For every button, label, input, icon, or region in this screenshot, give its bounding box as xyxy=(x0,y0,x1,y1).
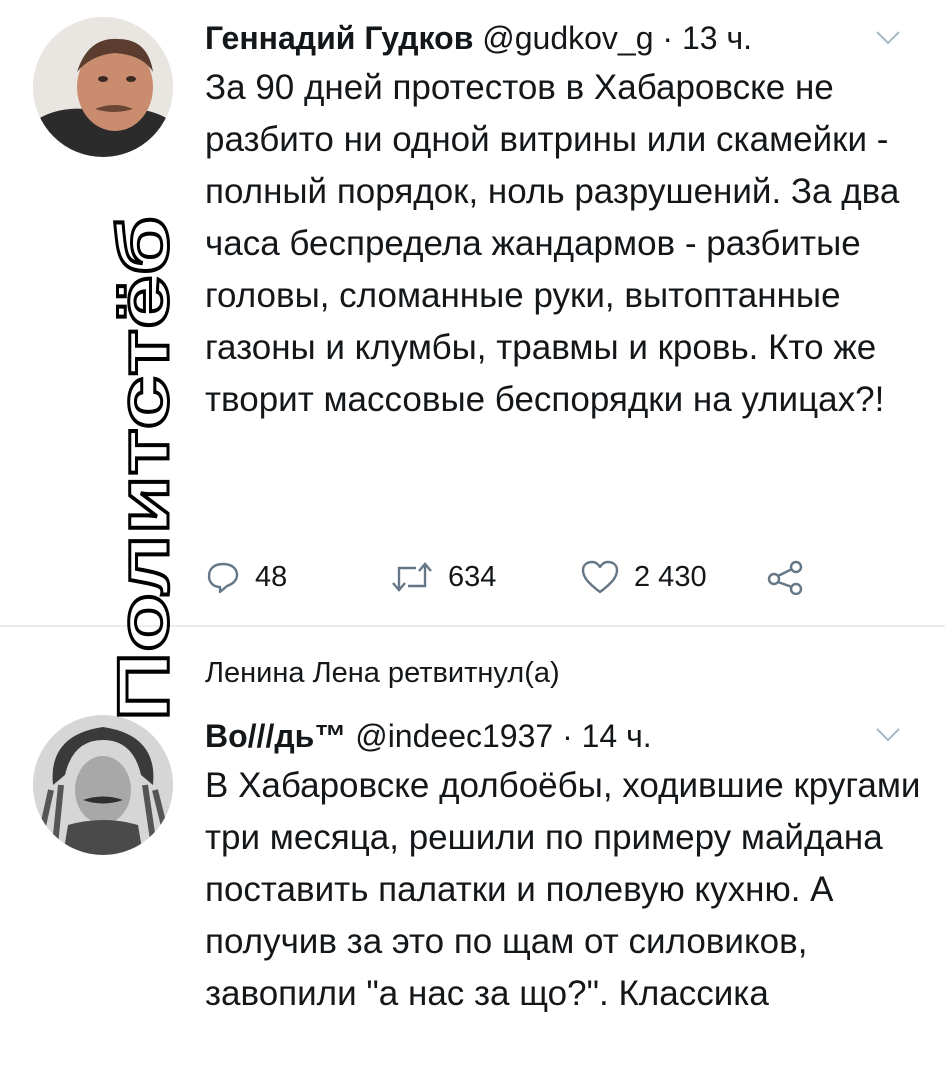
chevron-down-icon[interactable] xyxy=(875,30,901,46)
avatar-vold[interactable] xyxy=(33,715,173,855)
author-handle[interactable]: @gudkov_g xyxy=(482,20,653,56)
reply-count: 48 xyxy=(255,560,288,593)
retweet-notice[interactable]: Ленина Лена ретвитнул(а) xyxy=(205,655,560,691)
reply-icon xyxy=(207,562,239,594)
tweet-vold[interactable]: Во///дь™ @indeec1937 · 14 ч. В Хабаровск… xyxy=(0,700,945,1080)
author-name[interactable]: Во///дь™ xyxy=(205,718,346,754)
tweet-header: Во///дь™ @indeec1937 · 14 ч. xyxy=(205,716,652,756)
retweet-count: 634 xyxy=(448,560,497,593)
author-handle[interactable]: @indeec1937 xyxy=(355,718,553,754)
retweet-icon xyxy=(392,562,432,592)
share-button[interactable] xyxy=(765,555,805,599)
like-count: 2 430 xyxy=(634,560,707,593)
watermark: Политстёб xyxy=(108,215,186,723)
tweet-header: Геннадий Гудков @gudkov_g · 13 ч. xyxy=(205,18,752,58)
like-button[interactable]: 2 430 xyxy=(580,555,707,599)
retweet-button[interactable]: 634 xyxy=(390,555,496,599)
tweet-time[interactable]: · 14 ч. xyxy=(562,718,652,754)
author-name[interactable]: Геннадий Гудков xyxy=(205,20,473,56)
tweet-text: В Хабаровске долбоёбы, ходившие кругами … xyxy=(205,766,921,1013)
tweet-text: За 90 дней протестов в Хабаровске не раз… xyxy=(205,68,900,419)
tweet-time[interactable]: · 13 ч. xyxy=(662,20,752,56)
avatar-gudkov[interactable] xyxy=(33,17,173,157)
chevron-down-icon[interactable] xyxy=(875,727,901,743)
reply-button[interactable]: 48 xyxy=(205,555,287,599)
share-icon xyxy=(767,560,803,595)
watermark-text: Политстёб xyxy=(108,216,184,721)
tweet-actions: 48 634 2 430 xyxy=(205,555,825,599)
like-icon xyxy=(581,560,619,594)
